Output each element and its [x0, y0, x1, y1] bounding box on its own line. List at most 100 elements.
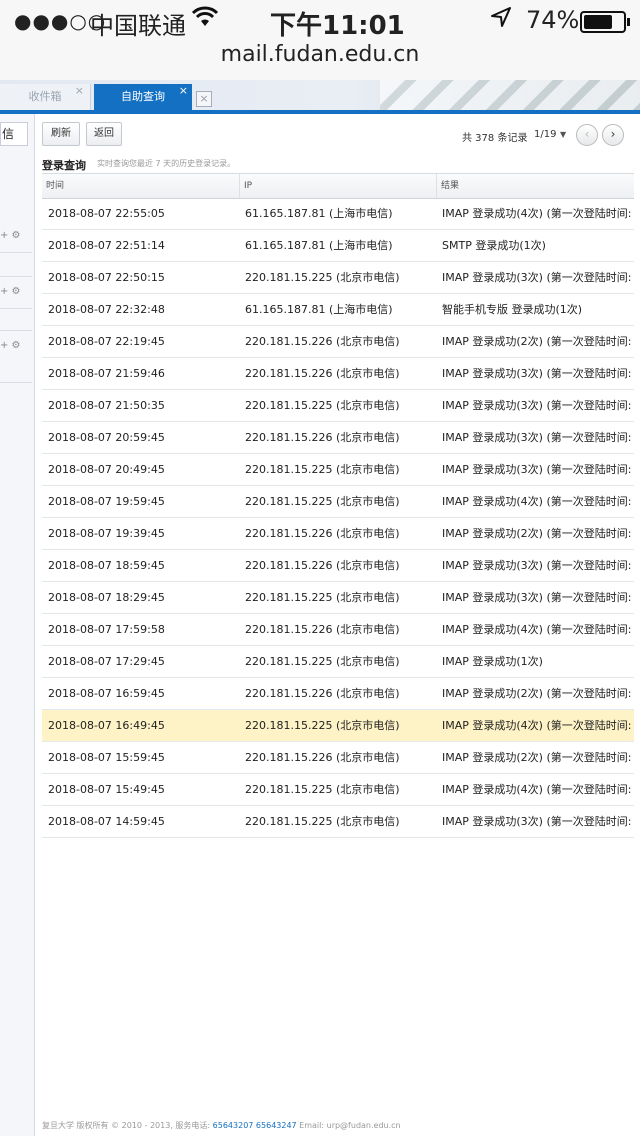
cell-time: 2018-08-07 20:49:45: [48, 463, 165, 476]
cell-ip: 220.181.15.225 (北京市电信): [245, 463, 400, 476]
cell-result: IMAP 登录成功(3次) (第一次登陆时间:: [442, 367, 632, 380]
cell-ip: 220.181.15.225 (北京市电信): [245, 399, 400, 412]
table-row[interactable]: 2018-08-07 18:29:45 220.181.15.225 (北京市电信…: [42, 582, 634, 614]
table-row[interactable]: 2018-08-07 22:19:45 220.181.15.226 (北京市电信…: [42, 326, 634, 358]
cell-time: 2018-08-07 21:50:35: [48, 399, 165, 412]
cell-time: 2018-08-07 15:49:45: [48, 783, 165, 796]
sidebar-group-actions-icon[interactable]: + ⚙: [0, 230, 32, 241]
cell-time: 2018-08-07 18:29:45: [48, 591, 165, 604]
battery-icon: [580, 11, 630, 33]
cell-result: IMAP 登录成功(3次) (第一次登陆时间:: [442, 559, 632, 572]
service-phone-link[interactable]: 65643207 65643247: [213, 1121, 297, 1130]
section-hint: 实时查询您最近 7 天的历史登录记录。: [97, 159, 236, 168]
status-bar: ●●●○○ 中国联通 下午11:01 74%: [0, 0, 640, 42]
divider: [0, 252, 32, 253]
cell-ip: 220.181.15.226 (北京市电信): [245, 559, 400, 572]
address-bar[interactable]: mail.fudan.edu.cn: [0, 42, 640, 81]
cell-result: 智能手机专版 登录成功(1次): [442, 303, 583, 316]
table-row[interactable]: 2018-08-07 14:59:45 220.181.15.225 (北京市电信…: [42, 806, 634, 838]
clock: 下午11:01: [270, 11, 405, 41]
column-header-ip[interactable]: IP: [240, 174, 437, 198]
previous-page-button[interactable]: ‹: [576, 124, 598, 146]
cell-ip: 220.181.15.225 (北京市电信): [245, 783, 400, 796]
cell-time: 2018-08-07 20:59:45: [48, 431, 165, 444]
cell-time: 2018-08-07 14:59:45: [48, 815, 165, 828]
cell-ip: 61.165.187.81 (上海市电信): [245, 207, 393, 220]
chevron-down-icon[interactable]: ▼: [560, 130, 566, 139]
refresh-button[interactable]: 刷新: [42, 122, 80, 146]
tab-inbox[interactable]: 收件箱 ×: [0, 84, 91, 110]
cell-result: IMAP 登录成功(3次) (第一次登陆时间:: [442, 591, 632, 604]
cell-ip: 220.181.15.226 (北京市电信): [245, 687, 400, 700]
cell-result: IMAP 登录成功(1次): [442, 655, 543, 668]
table-row[interactable]: 2018-08-07 22:50:15 220.181.15.225 (北京市电信…: [42, 262, 634, 294]
sidebar-group-actions-icon[interactable]: + ⚙: [0, 286, 32, 297]
divider: [0, 382, 32, 383]
cell-result: IMAP 登录成功(4次) (第一次登陆时间:: [442, 719, 632, 732]
page-select[interactable]: 1/19: [534, 129, 556, 140]
battery-percent: 74%: [526, 6, 580, 34]
table-row[interactable]: 2018-08-07 22:32:48 61.165.187.81 (上海市电信)…: [42, 294, 634, 326]
column-header-result[interactable]: 结果: [437, 174, 634, 198]
cell-result: IMAP 登录成功(2次) (第一次登陆时间:: [442, 687, 632, 700]
url-text: mail.fudan.edu.cn: [220, 42, 420, 67]
divider: [0, 308, 32, 309]
cell-result: IMAP 登录成功(3次) (第一次登陆时间:: [442, 463, 632, 476]
close-all-tabs-icon[interactable]: ×: [196, 91, 212, 107]
sidebar-folder-button[interactable]: 信: [0, 122, 28, 146]
cell-result: IMAP 登录成功(4次) (第一次登陆时间:: [442, 207, 632, 220]
tab-label: 自助查询: [121, 90, 165, 103]
table-header: 时间 IP 结果: [42, 173, 634, 199]
cell-ip: 220.181.15.225 (北京市电信): [245, 719, 400, 732]
sidebar-group-actions-icon[interactable]: + ⚙: [0, 340, 32, 351]
tab-label: 收件箱: [28, 90, 62, 103]
cell-result: IMAP 登录成功(3次) (第一次登陆时间:: [442, 431, 632, 444]
cell-time: 2018-08-07 22:50:15: [48, 271, 165, 284]
close-icon[interactable]: ×: [75, 80, 84, 104]
record-count: 共 378 条记录: [462, 133, 528, 144]
table-row[interactable]: 2018-08-07 17:29:45 220.181.15.225 (北京市电信…: [42, 646, 634, 678]
cell-time: 2018-08-07 18:59:45: [48, 559, 165, 572]
tab-self-service[interactable]: 自助查询 ×: [94, 84, 192, 110]
table-row[interactable]: 2018-08-07 15:49:45 220.181.15.225 (北京市电信…: [42, 774, 634, 806]
divider: [0, 330, 32, 331]
divider: [0, 276, 32, 277]
table-row[interactable]: 2018-08-07 19:59:45 220.181.15.225 (北京市电信…: [42, 486, 634, 518]
table-row[interactable]: 2018-08-07 20:49:45 220.181.15.225 (北京市电信…: [42, 454, 634, 486]
cell-result: IMAP 登录成功(4次) (第一次登陆时间:: [442, 623, 632, 636]
cell-ip: 220.181.15.225 (北京市电信): [245, 655, 400, 668]
close-icon[interactable]: ×: [179, 80, 188, 104]
next-page-button[interactable]: ›: [602, 124, 624, 146]
table-row[interactable]: 2018-08-07 18:59:45 220.181.15.226 (北京市电信…: [42, 550, 634, 582]
table-row[interactable]: 2018-08-07 19:39:45 220.181.15.226 (北京市电信…: [42, 518, 634, 550]
table-row[interactable]: 2018-08-07 21:59:46 220.181.15.226 (北京市电信…: [42, 358, 634, 390]
location-arrow-icon: [490, 6, 512, 34]
contact-email: Email: urp@fudan.edu.cn: [296, 1121, 401, 1130]
table-row[interactable]: 2018-08-07 20:59:45 220.181.15.226 (北京市电信…: [42, 422, 634, 454]
table-row[interactable]: 2018-08-07 15:59:45 220.181.15.226 (北京市电信…: [42, 742, 634, 774]
tab-bar: 收件箱 × 自助查询 × ×: [0, 80, 640, 114]
table-row[interactable]: 2018-08-07 17:59:58 220.181.15.226 (北京市电信…: [42, 614, 634, 646]
section-title: 登录查询: [42, 159, 86, 172]
carrier-label: 中国联通: [90, 12, 186, 40]
back-button[interactable]: 返回: [86, 122, 122, 146]
table-row[interactable]: 2018-08-07 16:49:45 220.181.15.225 (北京市电信…: [42, 710, 634, 742]
cell-ip: 220.181.15.226 (北京市电信): [245, 335, 400, 348]
table-row[interactable]: 2018-08-07 22:51:14 61.165.187.81 (上海市电信)…: [42, 230, 634, 262]
cell-result: IMAP 登录成功(2次) (第一次登陆时间:: [442, 751, 632, 764]
cell-ip: 220.181.15.226 (北京市电信): [245, 751, 400, 764]
column-header-time[interactable]: 时间: [42, 174, 240, 198]
cell-time: 2018-08-07 17:59:58: [48, 623, 165, 636]
table-row[interactable]: 2018-08-07 16:59:45 220.181.15.226 (北京市电信…: [42, 678, 634, 710]
table-row[interactable]: 2018-08-07 22:55:05 61.165.187.81 (上海市电信)…: [42, 198, 634, 230]
cell-result: IMAP 登录成功(4次) (第一次登陆时间:: [442, 783, 632, 796]
cell-result: IMAP 登录成功(3次) (第一次登陆时间:: [442, 399, 632, 412]
cell-time: 2018-08-07 15:59:45: [48, 751, 165, 764]
header-decoration: [380, 80, 640, 110]
table-row[interactable]: 2018-08-07 21:50:35 220.181.15.225 (北京市电信…: [42, 390, 634, 422]
cell-ip: 220.181.15.226 (北京市电信): [245, 431, 400, 444]
cell-result: IMAP 登录成功(2次) (第一次登陆时间:: [442, 335, 632, 348]
cell-result: IMAP 登录成功(3次) (第一次登陆时间:: [442, 271, 632, 284]
wifi-icon: [191, 6, 219, 34]
cell-ip: 220.181.15.226 (北京市电信): [245, 367, 400, 380]
